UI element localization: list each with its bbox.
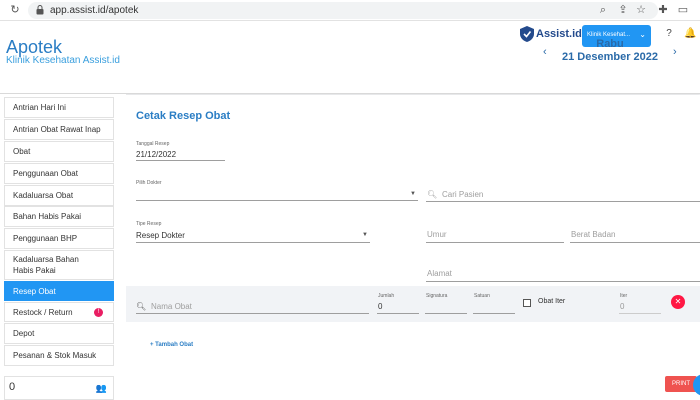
users-icon: 👥	[95, 383, 107, 393]
nama-obat-underline	[136, 313, 369, 314]
share-icon[interactable]: ⇪	[616, 3, 630, 17]
satuan-input[interactable]	[473, 313, 515, 314]
reload-icon[interactable]: ↻	[8, 3, 22, 17]
caret-down-icon: ▼	[362, 232, 368, 238]
berat-underline	[570, 242, 700, 243]
tipe-underline	[136, 242, 370, 243]
sidebar-item-label: Pesanan & Stok Masuk	[13, 351, 97, 360]
counter-value: 0	[9, 381, 16, 393]
sidebar-item-label: Obat	[13, 147, 31, 156]
dokter-label: Pilih Dokter	[136, 180, 162, 186]
iter-underline	[619, 313, 661, 314]
search-icon: 🔍︎	[136, 302, 147, 311]
jumlah-underline	[377, 313, 419, 314]
extensions-icon[interactable]: ✚	[656, 3, 670, 17]
tanggal-field[interactable]: 21/12/2022	[136, 150, 176, 159]
iter-label: Iter	[620, 293, 628, 299]
sidebar-item-label: Depot	[13, 329, 35, 338]
logo: Assist.id	[520, 26, 582, 42]
address-bar[interactable]: app.assist.id/apotek	[28, 2, 658, 19]
pasien-underline	[426, 201, 700, 202]
sidebar-item-label: Bahan Habis Pakai	[13, 212, 82, 221]
alert-badge: !	[94, 307, 103, 317]
lock-icon	[36, 5, 44, 15]
date-day: Rabu	[596, 38, 624, 50]
tipe-label: Tipe Resep	[136, 221, 162, 227]
sidebar-item-penggunaan-bhp[interactable]: Penggunaan BHP	[4, 228, 114, 249]
jumlah-label: Jumlah	[378, 293, 395, 299]
medicine-row	[126, 286, 700, 322]
sidebar-item-label: Kadaluarsa Obat	[13, 191, 74, 200]
jumlah-input[interactable]: 0	[378, 302, 382, 311]
signatura-label: Signatura	[426, 293, 448, 299]
nama-obat-input[interactable]: Nama Obat	[151, 302, 192, 311]
sidebar-item-bahan-habis-pakai[interactable]: Bahan Habis Pakai	[4, 206, 114, 227]
sidebar-item-resep-obat[interactable]: Resep Obat	[4, 281, 114, 301]
tanggal-label: Tanggal Resep	[136, 141, 170, 147]
add-medicine-link[interactable]: + Tambah Obat	[150, 342, 193, 348]
sidebar-item-label: Kadaluarsa Bahan Habis Pakai	[13, 255, 79, 275]
obat-iter-label: Obat Iter	[538, 298, 566, 305]
shield-logo-icon	[520, 26, 534, 42]
sidebar-panel-icon[interactable]: ▭	[676, 3, 690, 17]
prev-date-icon[interactable]: ‹	[543, 46, 547, 58]
main-content	[126, 95, 700, 400]
chevron-down-icon: ⌄	[639, 30, 646, 39]
sidebar-item-label: Penggunaan BHP	[13, 234, 78, 243]
sidebar-item-obat[interactable]: Obat	[4, 141, 114, 162]
sidebar-item-pesanan-stok-masuk[interactable]: Pesanan & Stok Masuk	[4, 345, 114, 366]
alamat-input[interactable]: Alamat	[427, 269, 452, 278]
sidebar-item-antrian-obat-rawat-inap[interactable]: Antrian Obat Rawat Inap	[4, 119, 114, 140]
help-icon[interactable]: ?	[663, 28, 675, 40]
bookmark-star-icon[interactable]: ☆	[634, 3, 648, 17]
clinic-subtitle: Klinik Kesehatan Assist.id	[6, 55, 120, 66]
sidebar-item-kadaluarsa-obat[interactable]: Kadaluarsa Obat	[4, 185, 114, 206]
sidebar-item-depot[interactable]: Depot	[4, 323, 114, 344]
tipe-select[interactable]: Resep Dokter	[136, 231, 185, 240]
next-date-icon[interactable]: ›	[673, 46, 677, 58]
iter-input[interactable]: 0	[620, 302, 624, 311]
online-users-counter: 0 👥	[4, 376, 114, 400]
sidebar-item-label: Antrian Obat Rawat Inap	[13, 125, 101, 134]
berat-input[interactable]: Berat Badan	[571, 230, 615, 239]
obat-iter-checkbox[interactable]	[523, 299, 531, 307]
remove-medicine-button[interactable]: ✕	[671, 295, 685, 309]
signatura-input[interactable]	[425, 313, 467, 314]
browser-toolbar: ↻ app.assist.id/apotek ⌕ ⇪ ☆ ✚ ▭	[0, 0, 700, 21]
sidebar-item-restock-return[interactable]: Restock / Return !	[4, 302, 114, 322]
satuan-label: Satuan	[474, 293, 490, 299]
alamat-underline	[426, 281, 700, 282]
tanggal-underline	[136, 160, 225, 161]
zoom-icon[interactable]: ⌕	[596, 3, 610, 17]
sidebar-item-label: Antrian Hari Ini	[13, 103, 66, 112]
umur-input[interactable]: Umur	[427, 230, 447, 239]
sidebar-item-label: Restock / Return	[13, 307, 73, 317]
form-title: Cetak Resep Obat	[136, 110, 231, 122]
search-icon: 🔍︎	[427, 190, 438, 199]
sidebar-item-label: Resep Obat	[13, 286, 56, 296]
logo-text: Assist.id	[536, 28, 582, 40]
notification-bell-icon[interactable]: 🔔	[684, 28, 696, 40]
umur-underline	[426, 242, 564, 243]
url-text: app.assist.id/apotek	[50, 5, 139, 16]
sidebar-item-penggunaan-obat[interactable]: Penggunaan Obat	[4, 163, 114, 184]
caret-down-icon: ▼	[410, 191, 416, 197]
sidebar-item-kadaluarsa-bhp[interactable]: Kadaluarsa Bahan Habis Pakai	[4, 250, 114, 280]
pasien-search-input[interactable]: Cari Pasien	[442, 190, 483, 199]
date-full: 21 Desember 2022	[561, 51, 658, 63]
sidebar-item-label: Penggunaan Obat	[13, 169, 78, 178]
sidebar-item-antrian-hari-ini[interactable]: Antrian Hari Ini	[4, 97, 114, 118]
dokter-select[interactable]	[136, 200, 418, 201]
